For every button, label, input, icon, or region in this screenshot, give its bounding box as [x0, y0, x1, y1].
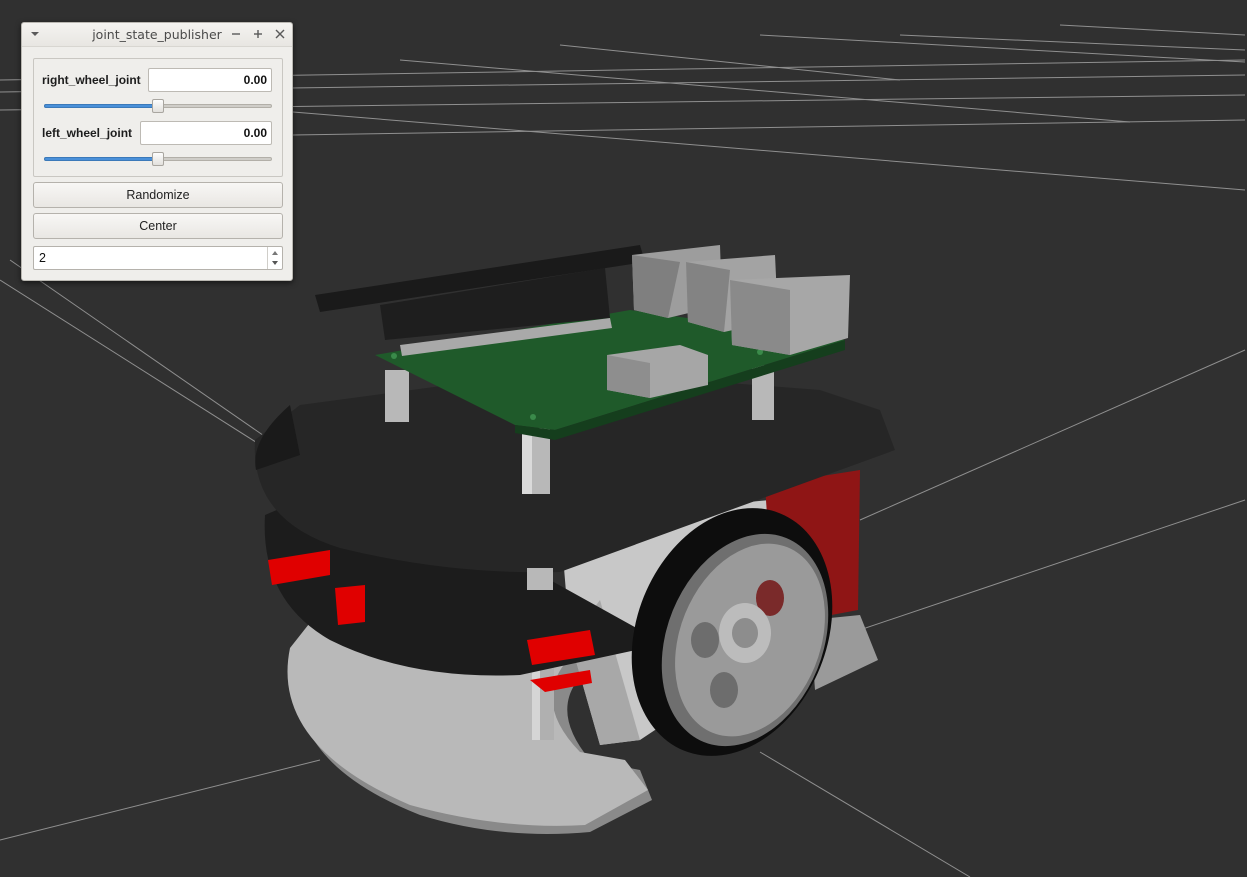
right-wheel-joint-value-field[interactable]: 0.00: [148, 68, 272, 92]
plus-icon[interactable]: [252, 28, 264, 40]
spinbox-value: 2: [39, 251, 46, 265]
right-wheel-joint-slider[interactable]: [44, 99, 272, 113]
spin-down-icon[interactable]: [270, 258, 280, 268]
center-button[interactable]: Center: [33, 213, 283, 239]
chevron-down-icon[interactable]: [30, 29, 40, 39]
minimize-icon[interactable]: [230, 28, 242, 40]
slider-handle[interactable]: [152, 99, 164, 113]
columns-spinbox[interactable]: 2: [33, 246, 283, 270]
left-wheel-joint-label: left_wheel_joint: [42, 126, 133, 140]
slider-fill: [44, 104, 158, 108]
right-wheel-joint-label: right_wheel_joint: [42, 73, 141, 87]
close-icon[interactable]: [274, 28, 286, 40]
randomize-button[interactable]: Randomize: [33, 182, 283, 208]
spinbox-buttons: [267, 247, 282, 269]
left-wheel-joint-slider[interactable]: [44, 152, 272, 166]
slider-fill: [44, 157, 158, 161]
joint-state-publisher-window: joint_state_publisher right_wheel_joint …: [21, 22, 293, 281]
left-wheel-joint-value-field[interactable]: 0.00: [140, 121, 272, 145]
slider-handle[interactable]: [152, 152, 164, 166]
title-bar[interactable]: joint_state_publisher: [22, 23, 292, 47]
spin-up-icon[interactable]: [270, 248, 280, 258]
